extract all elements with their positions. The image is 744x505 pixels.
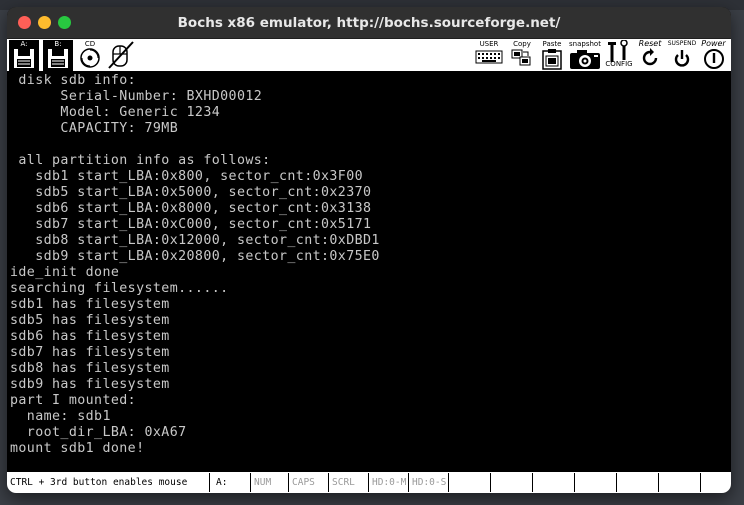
- status-empty-2: [491, 473, 533, 492]
- user-button[interactable]: USER: [473, 40, 505, 71]
- status-empty-4: [575, 473, 617, 492]
- emulator-console[interactable]: disk sdb info: Serial-Number: BXHD00012 …: [7, 73, 731, 469]
- cdrom-button[interactable]: CD: [77, 40, 103, 71]
- console-line: sdb7 start_LBA:0xC000, sector_cnt:0x5171: [10, 217, 372, 232]
- cdrom-icon: [80, 48, 100, 68]
- title-bar[interactable]: Bochs x86 emulator, http://bochs.sourcef…: [7, 7, 731, 39]
- cdrom-label: CD: [84, 40, 96, 48]
- console-line: ide_init done: [10, 265, 120, 280]
- status-empty-6: [659, 473, 701, 492]
- console-line: name: sdb1: [10, 409, 111, 424]
- keyboard-icon: [475, 50, 503, 64]
- mouse-button[interactable]: [105, 40, 137, 71]
- bochs-window: Bochs x86 emulator, http://bochs.sourcef…: [7, 7, 731, 493]
- status-bar: CTRL + 3rd button enables mouse A: NUM C…: [7, 471, 731, 493]
- snapshot-button[interactable]: snapshot: [566, 40, 604, 71]
- console-line: Model: Generic 1234: [10, 105, 221, 120]
- floppy-b-label: B:: [54, 40, 62, 48]
- paste-icon: [542, 49, 562, 70]
- floppy-b-button[interactable]: B:: [43, 40, 73, 71]
- console-line: sdb9 start_LBA:0x20800, sector_cnt:0x75E…: [10, 249, 380, 264]
- reset-icon: [642, 48, 658, 66]
- console-line: Serial-Number: BXHD00012: [10, 89, 263, 104]
- copy-button[interactable]: Copy: [508, 40, 536, 71]
- status-empty-3: [533, 473, 575, 492]
- console-line: sdb1 start_LBA:0x800, sector_cnt:0x3F00: [10, 169, 364, 184]
- reset-button[interactable]: Reset: [635, 40, 665, 71]
- status-caps-lock: CAPS: [289, 473, 329, 492]
- console-line: all partition info as follows:: [10, 153, 271, 168]
- paste-button[interactable]: Paste: [539, 40, 565, 71]
- floppy-icon: [14, 49, 34, 68]
- suspend-icon: [674, 50, 690, 67]
- console-line: sdb1 has filesystem: [10, 297, 170, 312]
- console-line: mount sdb1 done!: [10, 441, 145, 456]
- reset-label: Reset: [638, 39, 662, 48]
- console-line: sdb8 has filesystem: [10, 361, 170, 376]
- console-line: CAPACITY: 79MB: [10, 121, 179, 136]
- power-icon: [703, 49, 724, 69]
- status-empty-1: [449, 473, 491, 492]
- copy-label: Copy: [513, 40, 531, 48]
- camera-icon: [570, 50, 600, 69]
- floppy-icon: [48, 49, 68, 68]
- mouse-icon: [108, 41, 134, 69]
- console-line: searching filesystem......: [10, 281, 229, 296]
- console-line: disk sdb info:: [10, 73, 137, 88]
- console-line: sdb6 has filesystem: [10, 329, 170, 344]
- toolbar: A: B: CD USER Copy Paste snapshot CONFIG…: [7, 39, 731, 72]
- window-title: Bochs x86 emulator, http://bochs.sourcef…: [177, 15, 561, 31]
- console-line: sdb9 has filesystem: [10, 377, 170, 392]
- snapshot-label: snapshot: [569, 40, 601, 48]
- console-line: sdb6 start_LBA:0x8000, sector_cnt:0x3138: [10, 201, 372, 216]
- user-label: USER: [479, 40, 499, 48]
- status-floppy-drive: A:: [213, 473, 251, 492]
- console-line: sdb5 has filesystem: [10, 313, 170, 328]
- floppy-a-button[interactable]: A:: [9, 40, 39, 71]
- paste-label: Paste: [542, 40, 562, 48]
- console-line: sdb7 has filesystem: [10, 345, 170, 360]
- console-line: part I mounted:: [10, 393, 137, 408]
- config-label: CONFIG: [605, 60, 633, 68]
- console-line: sdb5 start_LBA:0x5000, sector_cnt:0x2370: [10, 185, 372, 200]
- suspend-label: SUSPEND: [667, 40, 697, 47]
- status-empty-5: [617, 473, 659, 492]
- status-hint: CTRL + 3rd button enables mouse: [7, 473, 210, 492]
- suspend-button[interactable]: SUSPEND: [666, 40, 698, 71]
- status-scroll-lock: SCRL: [329, 473, 369, 492]
- floppy-a-label: A:: [20, 40, 28, 48]
- console-line: sdb8 start_LBA:0x12000, sector_cnt:0xDBD…: [10, 233, 380, 248]
- status-hd0-slave: HD:0-S: [409, 473, 449, 492]
- power-label: Power: [701, 39, 726, 48]
- status-hd0-master: HD:0-M: [369, 473, 409, 492]
- console-line: root_dir_LBA: 0xA67: [10, 425, 187, 440]
- copy-icon: [511, 49, 531, 66]
- power-button[interactable]: Power: [698, 40, 729, 71]
- status-num-lock: NUM: [251, 473, 289, 492]
- config-button[interactable]: CONFIG: [604, 40, 634, 71]
